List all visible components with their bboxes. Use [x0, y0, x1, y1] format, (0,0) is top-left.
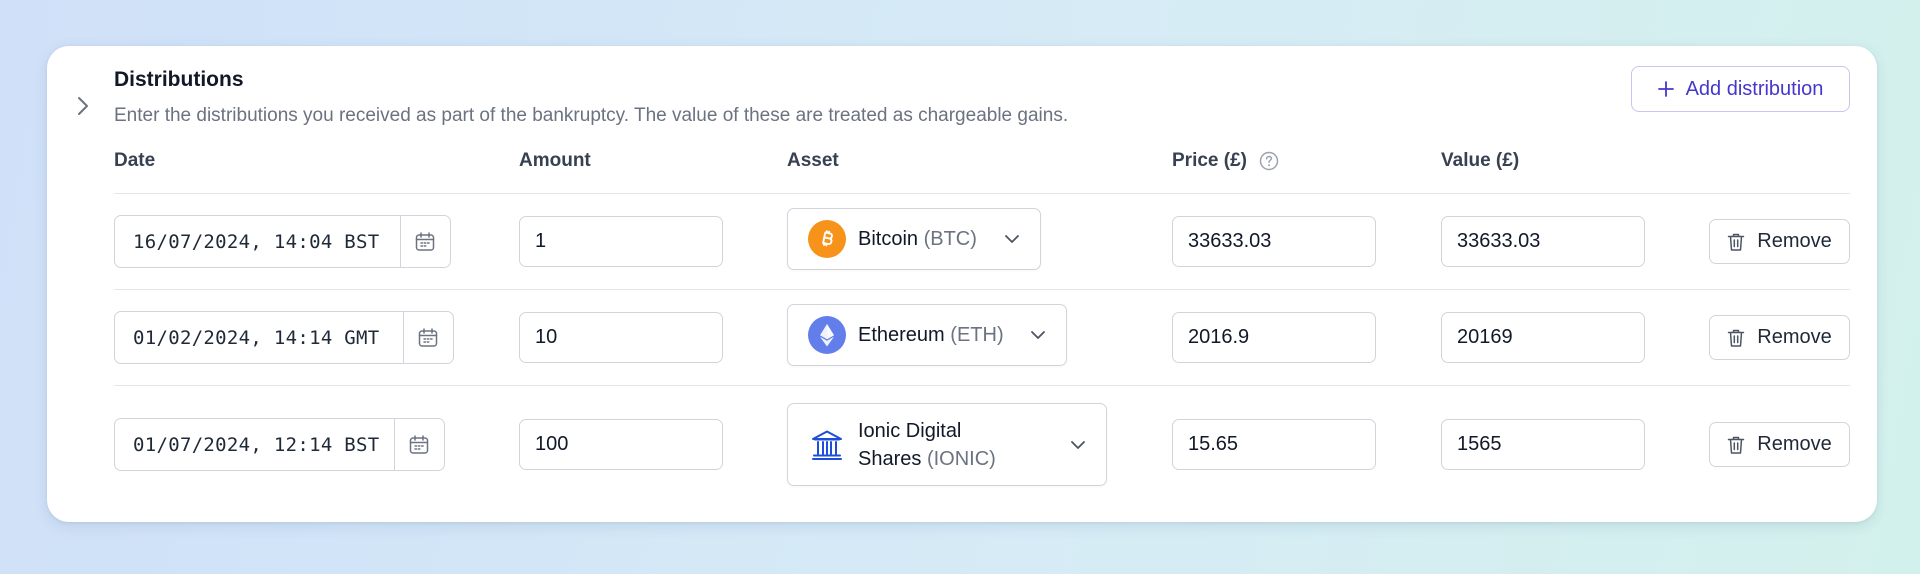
add-distribution-label: Add distribution	[1685, 77, 1824, 100]
amount-input[interactable]: 10	[519, 312, 723, 363]
table-row: 01/07/2024, 12:14 BST 100 Ionic Digital …	[114, 386, 1850, 502]
value-input[interactable]: 20169	[1441, 312, 1645, 363]
asset-label: Ethereum (ETH)	[858, 321, 1004, 349]
remove-button[interactable]: Remove	[1709, 422, 1850, 467]
remove-label: Remove	[1757, 433, 1832, 455]
help-icon[interactable]	[1259, 151, 1279, 171]
calendar-button[interactable]	[394, 419, 442, 470]
asset-name: Bitcoin	[858, 228, 919, 250]
date-input[interactable]: 01/07/2024, 12:14 BST	[114, 418, 445, 471]
calendar-button[interactable]	[403, 312, 451, 363]
section-description: Enter the distributions you received as …	[114, 105, 1069, 126]
ethereum-icon	[808, 316, 846, 354]
chevron-right-icon	[78, 97, 88, 115]
calendar-button[interactable]	[400, 216, 448, 267]
chevron-down-icon	[1030, 330, 1046, 340]
amount-input[interactable]: 1	[519, 216, 723, 267]
table-row: 16/07/2024, 14:04 BST 1 Bitcoin (BTC) 33	[114, 194, 1850, 290]
remove-button[interactable]: Remove	[1709, 315, 1850, 360]
section-title: Distributions	[114, 68, 244, 91]
asset-name-continued: Shares	[858, 447, 922, 470]
value-input[interactable]: 33633.03	[1441, 216, 1645, 267]
column-header-asset: Asset	[787, 150, 839, 172]
asset-symbol: (IONIC)	[926, 447, 996, 470]
bank-icon	[808, 426, 846, 464]
date-input[interactable]: 16/07/2024, 14:04 BST	[114, 215, 451, 268]
price-input[interactable]: 33633.03	[1172, 216, 1376, 267]
plus-icon	[1657, 81, 1674, 97]
trash-icon	[1728, 436, 1745, 454]
distributions-card: Distributions Enter the distributions yo…	[47, 46, 1877, 522]
column-header-date-label: Date	[114, 150, 156, 171]
column-header-amount: Amount	[519, 150, 591, 172]
column-header-asset-label: Asset	[787, 150, 839, 171]
asset-name: Ethereum	[858, 324, 945, 346]
asset-symbol: (ETH)	[950, 324, 1004, 346]
column-header-price-label: Price (£)	[1172, 150, 1247, 171]
asset-label: Bitcoin (BTC)	[858, 225, 977, 253]
chevron-down-icon	[1070, 440, 1086, 450]
trash-icon	[1728, 233, 1745, 251]
calendar-icon	[418, 327, 437, 347]
calendar-icon	[409, 434, 428, 454]
trash-icon	[1728, 329, 1745, 347]
amount-input[interactable]: 100	[519, 419, 723, 470]
value-input[interactable]: 1565	[1441, 419, 1645, 470]
column-header-date: Date	[114, 150, 155, 172]
column-header-amount-label: Amount	[519, 150, 591, 171]
table-row: 01/02/2024, 14:14 GMT 10 Ethereum (ETH)	[114, 290, 1850, 386]
asset-select[interactable]: Ethereum (ETH)	[787, 304, 1067, 366]
asset-symbol: (BTC)	[923, 228, 977, 250]
date-value: 01/02/2024, 14:14 GMT	[133, 326, 380, 349]
asset-select[interactable]: Ionic Digital Shares (IONIC)	[787, 403, 1107, 486]
remove-label: Remove	[1757, 326, 1832, 348]
remove-label: Remove	[1757, 230, 1832, 252]
price-input[interactable]: 2016.9	[1172, 312, 1376, 363]
chevron-down-icon	[1004, 234, 1020, 244]
remove-button[interactable]: Remove	[1709, 219, 1850, 264]
calendar-icon	[415, 231, 434, 251]
collapse-toggle[interactable]	[69, 92, 97, 120]
column-header-price: Price (£)	[1172, 150, 1279, 172]
date-value: 16/07/2024, 14:04 BST	[133, 230, 380, 253]
price-input[interactable]: 15.65	[1172, 419, 1376, 470]
date-value: 01/07/2024, 12:14 BST	[133, 433, 380, 456]
bitcoin-icon	[808, 220, 846, 258]
asset-select[interactable]: Bitcoin (BTC)	[787, 208, 1041, 270]
asset-label: Ionic Digital Shares (IONIC)	[858, 417, 996, 473]
add-distribution-button[interactable]: Add distribution	[1631, 66, 1850, 112]
date-input[interactable]: 01/02/2024, 14:14 GMT	[114, 311, 454, 364]
asset-name: Ionic Digital	[858, 419, 962, 442]
column-header-value: Value (£)	[1441, 150, 1519, 172]
column-header-value-label: Value (£)	[1441, 150, 1520, 171]
